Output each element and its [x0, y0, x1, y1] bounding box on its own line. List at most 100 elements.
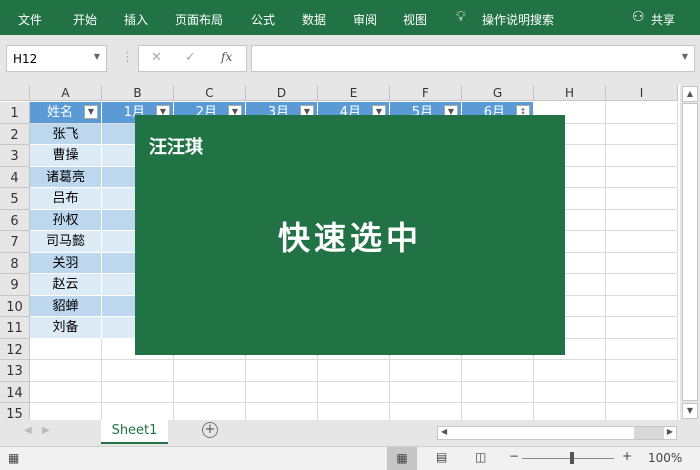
cell[interactable] [102, 360, 174, 382]
cell[interactable] [390, 381, 462, 403]
cell[interactable] [462, 381, 534, 403]
cell[interactable] [246, 381, 318, 403]
cell[interactable] [30, 381, 102, 403]
row-header-5[interactable]: 5 [0, 188, 30, 210]
cell[interactable] [606, 381, 678, 403]
cell[interactable]: 吕布 [30, 188, 102, 210]
tab-page-layout[interactable]: 页面布局 [175, 11, 223, 28]
add-sheet-icon[interactable]: + [202, 422, 218, 438]
cell[interactable]: 诸葛亮 [30, 166, 102, 188]
insert-function-icon[interactable]: fx [221, 50, 232, 64]
column-header-F[interactable]: F [390, 85, 462, 101]
cell[interactable] [606, 166, 678, 188]
cell[interactable]: 司马懿 [30, 231, 102, 253]
column-header-B[interactable]: B [102, 85, 174, 101]
select-all-corner[interactable] [0, 85, 30, 101]
cell[interactable] [462, 403, 534, 420]
cell[interactable] [606, 188, 678, 210]
row-header-15[interactable]: 15 [0, 403, 30, 420]
row-header-8[interactable]: 8 [0, 252, 30, 274]
cell[interactable]: 曹操 [30, 145, 102, 167]
enter-icon[interactable]: ✓ [185, 50, 196, 65]
tab-review[interactable]: 审阅 [353, 11, 377, 28]
cell[interactable] [246, 360, 318, 382]
share-button[interactable]: 共享 [651, 11, 675, 28]
cell[interactable] [318, 360, 390, 382]
row-header-11[interactable]: 11 [0, 317, 30, 339]
chevron-down-icon[interactable]: ▼ [94, 52, 100, 61]
cell[interactable] [606, 145, 678, 167]
scroll-left-button[interactable]: ◀ [441, 427, 447, 436]
row-header-10[interactable]: 10 [0, 295, 30, 317]
cell[interactable] [534, 381, 606, 403]
row-header-3[interactable]: 3 [0, 145, 30, 167]
row-header-4[interactable]: 4 [0, 166, 30, 188]
row-header-12[interactable]: 12 [0, 338, 30, 360]
cell[interactable] [174, 403, 246, 420]
row-header-9[interactable]: 9 [0, 274, 30, 296]
cell[interactable] [606, 209, 678, 231]
column-header-H[interactable]: H [534, 85, 606, 101]
normal-view-icon[interactable]: ▦ [387, 447, 417, 470]
row-header-13[interactable]: 13 [0, 360, 30, 382]
macro-record-icon[interactable]: ▦ [8, 451, 19, 465]
cell[interactable] [318, 381, 390, 403]
zoom-slider[interactable] [522, 458, 614, 459]
scroll-right-button[interactable]: ▶ [667, 427, 673, 436]
scroll-up-button[interactable]: ▲ [682, 86, 698, 102]
cell[interactable] [534, 360, 606, 382]
cell[interactable]: 刘备 [30, 317, 102, 339]
filter-dropdown-icon[interactable]: ▼ [84, 105, 98, 119]
vertical-scrollbar[interactable]: ▲ ▼ [680, 85, 700, 420]
tab-data[interactable]: 数据 [302, 11, 326, 28]
zoom-in-button[interactable]: + [622, 449, 632, 463]
horizontal-scroll-track[interactable] [634, 427, 664, 439]
cell[interactable] [606, 295, 678, 317]
cell[interactable] [606, 252, 678, 274]
cell[interactable] [174, 360, 246, 382]
zoom-out-button[interactable]: − [509, 449, 519, 463]
cell[interactable]: 貂蝉 [30, 295, 102, 317]
row-header-14[interactable]: 14 [0, 381, 30, 403]
cell[interactable] [606, 274, 678, 296]
cell[interactable] [102, 403, 174, 420]
tab-insert[interactable]: 插入 [124, 11, 148, 28]
cell[interactable] [30, 403, 102, 420]
cell[interactable] [174, 381, 246, 403]
sheet-tab-sheet1[interactable]: Sheet1 [101, 420, 168, 444]
column-header-D[interactable]: D [246, 85, 318, 101]
column-header-I[interactable]: I [606, 85, 678, 101]
page-break-view-icon[interactable]: ◫ [475, 450, 486, 464]
cell[interactable] [606, 123, 678, 145]
column-header-A[interactable]: A [30, 85, 102, 101]
row-header-7[interactable]: 7 [0, 231, 30, 253]
cell[interactable]: 孙权 [30, 209, 102, 231]
cell[interactable] [390, 403, 462, 420]
cell[interactable] [606, 231, 678, 253]
tell-me-search[interactable]: 操作说明搜索 [482, 11, 554, 28]
cell[interactable] [606, 338, 678, 360]
cell[interactable]: 张飞 [30, 123, 102, 145]
cell[interactable] [534, 403, 606, 420]
column-header-C[interactable]: C [174, 85, 246, 101]
tab-file[interactable]: 文件 [18, 11, 42, 28]
row-header-1[interactable]: 1 [0, 102, 30, 124]
row-header-6[interactable]: 6 [0, 209, 30, 231]
cell[interactable] [246, 403, 318, 420]
cell[interactable] [318, 403, 390, 420]
zoom-slider-thumb[interactable] [570, 452, 574, 464]
tab-view[interactable]: 视图 [403, 11, 427, 28]
cell[interactable] [30, 338, 102, 360]
zoom-level[interactable]: 100% [648, 451, 682, 465]
cell[interactable]: 关羽 [30, 252, 102, 274]
horizontal-scrollbar[interactable]: ◀ ▶ [437, 426, 677, 440]
next-sheet-icon[interactable]: ▶ [42, 425, 50, 436]
cell[interactable]: 赵云 [30, 274, 102, 296]
cell[interactable] [102, 381, 174, 403]
table-header-cell[interactable]: 姓名 ▼ [30, 102, 102, 124]
cell[interactable] [390, 360, 462, 382]
column-header-E[interactable]: E [318, 85, 390, 101]
cell[interactable] [606, 360, 678, 382]
formula-input[interactable]: ▼ [251, 45, 695, 72]
tab-home[interactable]: 开始 [73, 11, 97, 28]
